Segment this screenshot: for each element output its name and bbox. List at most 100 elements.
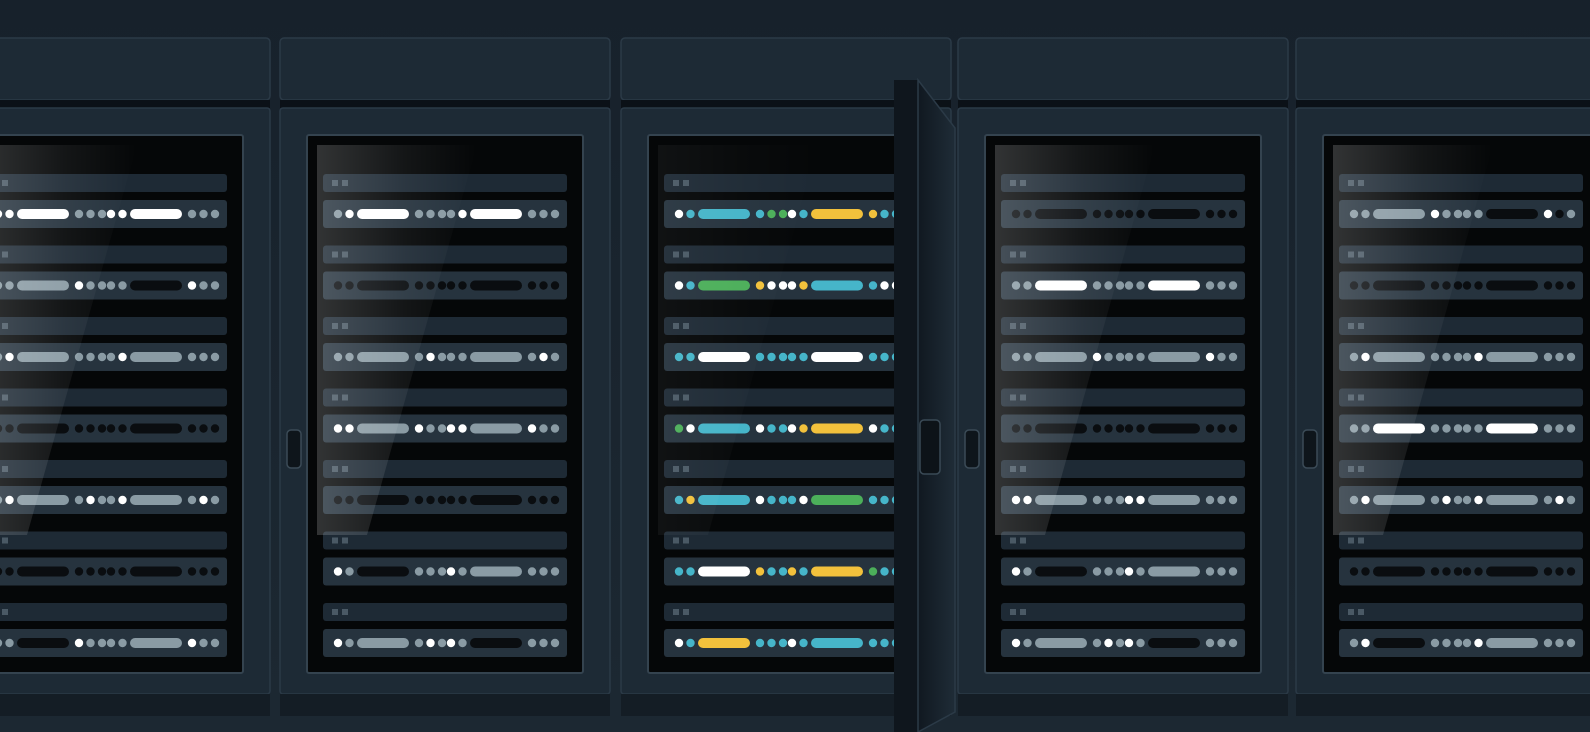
status-light (1205, 495, 1215, 505)
status-light (1462, 495, 1472, 505)
status-light (1430, 567, 1440, 576)
status-light (446, 638, 456, 648)
status-light (1011, 638, 1021, 648)
status-light (787, 352, 797, 362)
status-light (199, 281, 208, 290)
status-light (1474, 638, 1483, 648)
status-light (106, 567, 116, 576)
status-light (787, 567, 797, 576)
activity-bar (1486, 638, 1538, 648)
status-light (106, 424, 116, 433)
status-light (86, 638, 95, 648)
status-light (210, 281, 220, 290)
status-light (1228, 638, 1238, 648)
status-light (550, 567, 560, 576)
status-light (1442, 424, 1451, 433)
status-light (1092, 424, 1102, 433)
status-light (1092, 638, 1102, 648)
status-light (799, 638, 808, 648)
rack-unit-label (323, 603, 567, 621)
status-light (1217, 209, 1226, 219)
status-light (778, 495, 788, 505)
activity-bar (357, 566, 409, 577)
activity-bar (811, 495, 863, 505)
status-light (118, 352, 127, 362)
status-light (1217, 424, 1226, 433)
status-light (868, 352, 878, 362)
status-light (118, 424, 127, 433)
status-light (97, 352, 107, 362)
status-light (437, 424, 447, 433)
status-light (1555, 352, 1564, 362)
status-light (1136, 424, 1145, 433)
status-light (74, 567, 84, 576)
status-light (787, 281, 797, 290)
status-light (118, 495, 127, 505)
status-light (446, 567, 456, 576)
status-light (199, 209, 208, 219)
status-light (458, 424, 467, 433)
door-handle (286, 429, 302, 469)
status-light (1205, 424, 1215, 433)
status-light (527, 352, 537, 362)
activity-bar (1148, 209, 1200, 219)
status-light (1136, 281, 1145, 290)
cabinet-base (280, 694, 610, 716)
status-light (97, 567, 107, 576)
status-light (1349, 638, 1359, 648)
status-light (414, 495, 424, 505)
status-light (210, 638, 220, 648)
status-light (674, 567, 684, 576)
rack-unit-label (664, 603, 908, 621)
status-light (1462, 352, 1472, 362)
status-light (199, 638, 208, 648)
status-light (446, 281, 456, 290)
activity-bar (1486, 423, 1538, 434)
unit-led (1358, 537, 1364, 544)
status-light (414, 567, 424, 576)
status-light (426, 495, 435, 505)
cabinet-seam (958, 100, 1288, 108)
status-light (187, 495, 197, 505)
status-light (778, 567, 788, 576)
status-light (1453, 352, 1463, 362)
activity-bar (130, 280, 182, 291)
status-light (527, 281, 537, 290)
status-light (1453, 424, 1463, 433)
status-light (333, 567, 343, 576)
status-light (755, 424, 765, 433)
activity-bar (1035, 566, 1087, 577)
status-light (458, 495, 467, 505)
status-light (1462, 424, 1472, 433)
activity-bar (698, 638, 750, 648)
status-light (199, 424, 208, 433)
rack-unit-label (0, 531, 227, 550)
status-light (1104, 567, 1113, 576)
activity-bar (130, 352, 182, 362)
status-light (458, 638, 467, 648)
status-light (1124, 352, 1134, 362)
status-light (1453, 281, 1463, 290)
activity-bar (1148, 495, 1200, 505)
status-light (1205, 567, 1215, 576)
unit-led (1010, 609, 1016, 615)
status-light (799, 352, 808, 362)
status-light (437, 352, 447, 362)
unit-led (1348, 537, 1354, 544)
status-light (1566, 281, 1576, 290)
activity-bar (1148, 566, 1200, 577)
status-light (86, 424, 95, 433)
cabinet-base (958, 694, 1288, 716)
status-light (1205, 209, 1215, 219)
status-light (1543, 424, 1553, 433)
unit-led (2, 609, 8, 615)
server-room-scene (0, 0, 1590, 732)
status-light (437, 495, 447, 505)
status-light (1442, 638, 1451, 648)
status-light (1011, 567, 1021, 576)
status-light (426, 424, 435, 433)
activity-bar (1148, 423, 1200, 434)
status-light (1115, 281, 1125, 290)
status-light (74, 638, 84, 648)
status-light (118, 209, 127, 219)
